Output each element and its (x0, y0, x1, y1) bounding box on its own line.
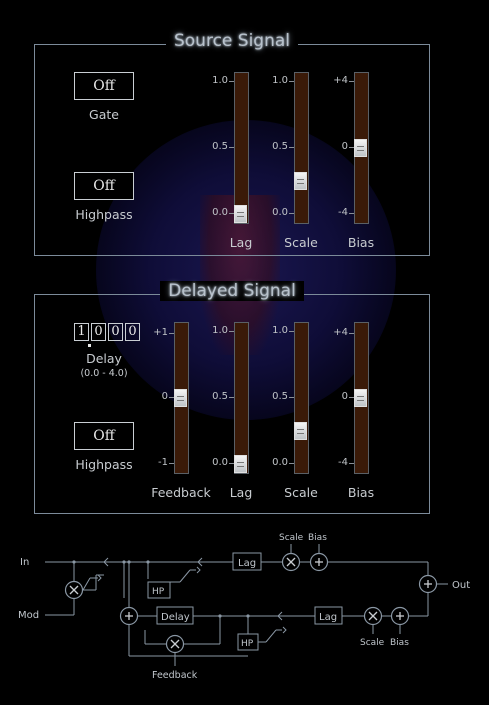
delayed-lag-label: Lag (229, 485, 253, 500)
delayed-bias-label: Bias (347, 485, 375, 500)
delayed-bias-slider[interactable] (354, 322, 369, 474)
delayed-lag-tick-bottom: 0.0 (212, 457, 228, 468)
diagram-in-label: In (20, 557, 29, 568)
signal-flow-diagram: In Mod Out Lag HP Delay Lag HP Scale Bia… (18, 533, 470, 681)
diagram-bias-top-label: Bias (308, 533, 327, 543)
delayed-bias-tick-bottom: -4 (338, 457, 348, 468)
diagram-hp-top-label: HP (152, 587, 165, 597)
feedback-tick-top: +1 (153, 327, 168, 338)
source-highpass-label: Highpass (75, 207, 133, 222)
source-bias-slider[interactable] (354, 72, 369, 224)
delay-digit-1[interactable]: 1 (74, 323, 89, 341)
diagram-bias-bottom-label: Bias (390, 638, 409, 648)
feedback-slider-handle[interactable] (174, 389, 187, 407)
delayed-highpass-label: Highpass (75, 457, 133, 472)
feedback-label: Feedback (151, 485, 211, 500)
source-scale-slider[interactable] (294, 72, 309, 224)
diagram-mod-label: Mod (18, 610, 39, 621)
delayed-highpass-toggle-button[interactable]: Off (74, 422, 134, 450)
source-lag-tick-mid: 0.5 (212, 141, 228, 152)
source-scale-tick-bottom: 0.0 (272, 207, 288, 218)
source-lag-slider-handle[interactable] (234, 205, 247, 223)
diagram-feedback-label: Feedback (152, 670, 198, 681)
source-bias-label: Bias (347, 235, 375, 250)
delayed-lag-tick-top: 1.0 (212, 325, 228, 336)
source-lag-tick-top: 1.0 (212, 75, 228, 86)
delay-digit-2[interactable]: 0 (91, 323, 106, 341)
delayed-lag-tick-mid: 0.5 (212, 391, 228, 402)
source-lag-label: Lag (229, 235, 253, 250)
delay-cursor-marker (88, 344, 91, 347)
delayed-scale-slider-handle[interactable] (294, 422, 307, 440)
delay-digit-entry: 1 0 0 0 (74, 323, 140, 341)
delayed-signal-title: Delayed Signal (160, 281, 304, 301)
delayed-scale-tick-top: 1.0 (272, 325, 288, 336)
feedback-slider[interactable] (174, 322, 189, 474)
delay-label: Delay (86, 351, 122, 366)
source-lag-tick-bottom: 0.0 (212, 207, 228, 218)
source-highpass-toggle-button[interactable]: Off (74, 172, 134, 200)
source-bias-slider-handle[interactable] (354, 139, 367, 157)
delayed-scale-tick-bottom: 0.0 (272, 457, 288, 468)
source-bias-tick-top: +4 (333, 75, 348, 86)
diagram-scale-bottom-label: Scale (360, 638, 385, 648)
source-scale-label: Scale (284, 235, 318, 250)
source-scale-tick-mid: 0.5 (272, 141, 288, 152)
delayed-lag-slider-handle[interactable] (234, 455, 247, 473)
diagram-out-label: Out (452, 580, 470, 591)
diagram-delay-label: Delay (161, 612, 190, 623)
diagram-lag-top-label: Lag (238, 558, 256, 569)
gate-label: Gate (89, 107, 119, 122)
source-lag-slider[interactable] (234, 72, 249, 224)
delayed-bias-tick-top: +4 (333, 327, 348, 338)
source-bias-tick-mid: 0 (341, 141, 348, 152)
feedback-tick-bottom: -1 (158, 457, 168, 468)
delayed-lag-slider[interactable] (234, 322, 249, 474)
source-signal-title: Source Signal (165, 31, 298, 51)
diagram-scale-top-label: Scale (279, 533, 304, 543)
source-scale-tick-top: 1.0 (272, 75, 288, 86)
gate-toggle-button[interactable]: Off (74, 72, 134, 100)
delayed-scale-label: Scale (284, 485, 318, 500)
delay-range-label: (0.0 - 4.0) (80, 368, 128, 379)
source-bias-tick-bottom: -4 (338, 207, 348, 218)
diagram-hp-bottom-label: HP (241, 639, 254, 649)
source-scale-slider-handle[interactable] (294, 172, 307, 190)
delayed-scale-tick-mid: 0.5 (272, 391, 288, 402)
delay-digit-3[interactable]: 0 (108, 323, 123, 341)
delayed-scale-slider[interactable] (294, 322, 309, 474)
delayed-bias-slider-handle[interactable] (354, 389, 367, 407)
diagram-lag-bottom-label: Lag (319, 612, 337, 623)
feedback-tick-mid: 0 (161, 391, 168, 402)
delayed-bias-tick-mid: 0 (341, 391, 348, 402)
